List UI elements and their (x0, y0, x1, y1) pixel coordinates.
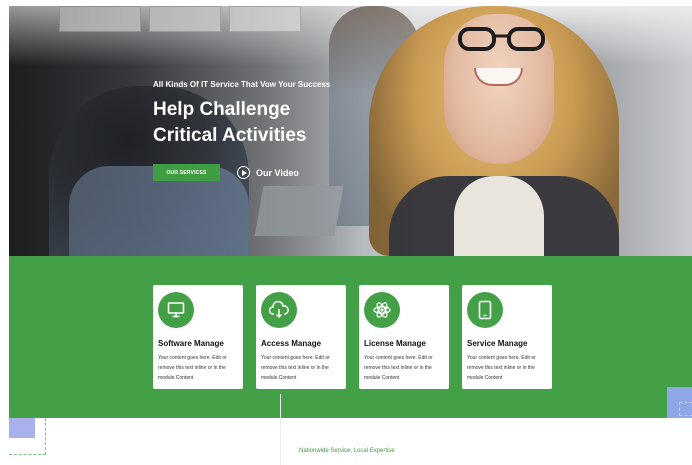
decorative-dashed-square (679, 402, 692, 416)
service-card-title: Access Manage (261, 339, 322, 348)
service-card[interactable]: Software Manage Your content goes here. … (153, 285, 243, 389)
our-services-button[interactable]: OUR SERVICES (153, 164, 220, 181)
service-card-body: Your content goes here. Edit or remove t… (467, 355, 536, 381)
hero-title: Help Challenge Critical Activities (153, 97, 330, 149)
hero-title-line: Critical Activities (153, 125, 307, 146)
service-card-body: Your content goes here. Edit or remove t… (261, 355, 330, 381)
service-card-body: Your content goes here. Edit or remove t… (158, 355, 227, 381)
hero-eyebrow: All Kinds Of IT Service That Vow Your Su… (153, 80, 331, 89)
play-circle-icon (237, 166, 250, 179)
service-card-title: License Manage (364, 339, 426, 348)
cloud-download-icon (261, 292, 297, 328)
hero-overlay (9, 6, 692, 256)
our-video-link[interactable]: Our Video (237, 166, 299, 179)
our-video-label: Our Video (256, 167, 299, 178)
service-card-body: Your content goes here. Edit or remove t… (364, 355, 433, 381)
section-tagline: Nationwide Service, Local Expertise (299, 448, 395, 454)
service-card-title: Service Manage (467, 339, 528, 348)
hero-title-line: Help Challenge (153, 99, 291, 120)
hero-section: All Kinds Of IT Service That Vow Your Su… (9, 6, 692, 256)
atom-icon (364, 292, 400, 328)
service-card[interactable]: License Manage Your content goes here. E… (359, 285, 449, 389)
services-band: Software Manage Your content goes here. … (9, 256, 692, 418)
page: All Kinds Of IT Service That Vow Your Su… (9, 6, 692, 465)
hero-text: All Kinds Of IT Service That Vow Your Su… (153, 80, 330, 149)
section-divider (280, 394, 281, 465)
service-cards: Software Manage Your content goes here. … (153, 285, 552, 389)
tablet-icon (467, 292, 503, 328)
decorative-dashed-square (9, 418, 46, 455)
service-card-title: Software Manage (158, 339, 224, 348)
service-card[interactable]: Service Manage Your content goes here. E… (462, 285, 552, 389)
hero-cta-row: OUR SERVICES Our Video (153, 164, 299, 181)
service-card[interactable]: Access Manage Your content goes here. Ed… (256, 285, 346, 389)
monitor-icon (158, 292, 194, 328)
